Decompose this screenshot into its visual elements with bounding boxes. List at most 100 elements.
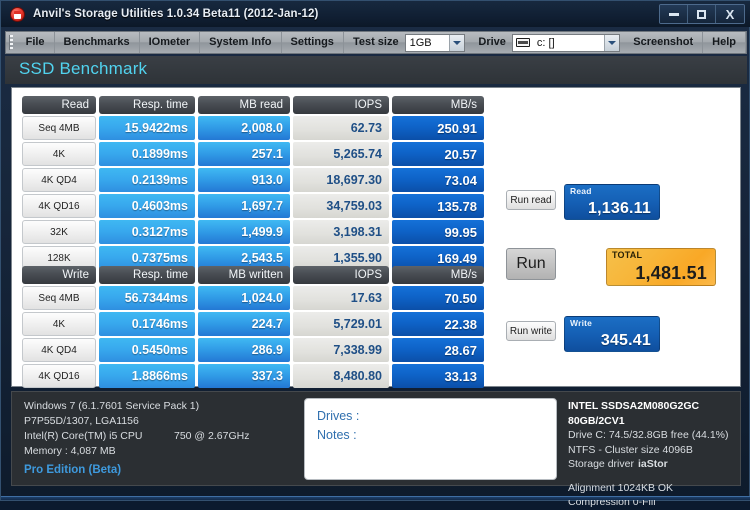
column-header-resp-time: Resp. time (99, 96, 195, 114)
menu-grip-handle[interactable] (9, 35, 13, 50)
read-results-table: Read Resp. time MB read IOPS MB/s Seq 4M… (22, 96, 484, 272)
write-score-caption: Write (570, 318, 593, 328)
column-header-read: Read (22, 96, 96, 114)
row-label: 4K QD16 (22, 364, 96, 388)
cell-resp-time: 0.5450ms (99, 338, 195, 362)
minimize-button[interactable] (660, 5, 688, 23)
cell-mbs: 73.04 (392, 168, 484, 192)
cell-iops: 5,729.01 (293, 312, 389, 336)
cell-iops: 3,198.31 (293, 220, 389, 244)
menu-bar: File Benchmarks IOmeter System Info Sett… (5, 31, 747, 54)
cell-resp-time: 15.9422ms (99, 116, 195, 140)
table-row: 4K 0.1899ms 257.1 5,265.74 20.57 (22, 142, 484, 166)
column-header-iops: IOPS (293, 266, 389, 284)
drives-label: Drives : (317, 409, 360, 423)
cell-mb-written: 224.7 (198, 312, 290, 336)
menu-item-help[interactable]: Help (703, 32, 746, 53)
menu-item-screenshot[interactable]: Screenshot (624, 32, 704, 53)
cell-iops: 34,759.03 (293, 194, 389, 218)
cell-resp-time: 0.3127ms (99, 220, 195, 244)
write-score-badge: Write 345.41 (564, 316, 660, 352)
test-size-label: Test size (352, 36, 399, 48)
test-size-select[interactable]: 1GB (404, 33, 466, 52)
close-icon: X (725, 6, 735, 22)
table-row: 4K 0.1746ms 224.7 5,729.01 22.38 (22, 312, 484, 336)
window-controls: X (659, 4, 745, 24)
cell-resp-time: 0.1746ms (99, 312, 195, 336)
cpu-name: Intel(R) Core(TM) i5 CPU (24, 430, 143, 442)
drive-select[interactable]: c: [] (511, 33, 621, 52)
total-score-value: 1,481.51 (635, 263, 707, 283)
total-score-caption: TOTAL (612, 250, 643, 260)
cell-resp-time: 1.8866ms (99, 364, 195, 388)
score-panel: Run read Run Run write Read 1,136.11 TOT… (502, 88, 740, 388)
table-row: Seq 4MB 56.7344ms 1,024.0 17.63 70.50 (22, 286, 484, 310)
row-label: Seq 4MB (22, 116, 96, 140)
minimize-icon (668, 12, 679, 16)
cell-mb-read: 913.0 (198, 168, 290, 192)
menu-item-benchmarks[interactable]: Benchmarks (55, 32, 140, 53)
alignment-line: Alignment 1024KB OK (568, 481, 674, 494)
window-bottom-accent (1, 496, 750, 500)
page-title: SSD Benchmark (19, 59, 148, 78)
close-button[interactable]: X (716, 5, 744, 23)
chevron-down-icon (604, 34, 620, 51)
cell-mbs: 70.50 (392, 286, 484, 310)
cell-mbs: 99.95 (392, 220, 484, 244)
cell-resp-time: 0.1899ms (99, 142, 195, 166)
run-read-button[interactable]: Run read (506, 190, 556, 210)
cell-mb-read: 2,008.0 (198, 116, 290, 140)
test-size-value: 1GB (409, 36, 432, 49)
total-score-badge: TOTAL 1,481.51 (606, 248, 716, 286)
menu-item-file[interactable]: File (17, 32, 55, 53)
column-header-iops: IOPS (293, 96, 389, 114)
cell-mbs: 22.38 (392, 312, 484, 336)
cell-iops: 8,480.80 (293, 364, 389, 388)
row-label: 4K QD16 (22, 194, 96, 218)
drives-notes-input[interactable]: Drives : Notes : (304, 398, 557, 480)
write-results-table: Write Resp. time MB written IOPS MB/s Se… (22, 266, 484, 390)
cell-mbs: 20.57 (392, 142, 484, 166)
column-header-mbs: MB/s (392, 96, 484, 114)
maximize-icon (697, 9, 706, 19)
cell-mbs: 33.13 (392, 364, 484, 388)
column-header-resp-time: Resp. time (99, 266, 195, 284)
column-header-mb-read: MB read (198, 96, 290, 114)
column-header-mbs: MB/s (392, 266, 484, 284)
cell-iops: 5,265.74 (293, 142, 389, 166)
cell-iops: 62.73 (293, 116, 389, 140)
memory-line: Memory : 4,087 MB (24, 445, 116, 457)
edition-label: Pro Edition (Beta) (24, 464, 122, 476)
row-label: 4K QD4 (22, 338, 96, 362)
drive-value: c: [] (536, 36, 555, 49)
table-header-row: Write Resp. time MB written IOPS MB/s (22, 266, 484, 284)
row-label: 4K QD4 (22, 168, 96, 192)
cell-resp-time: 0.4603ms (99, 194, 195, 218)
drive-label: Drive (478, 36, 506, 48)
section-header: SSD Benchmark (5, 56, 747, 84)
menu-item-iometer[interactable]: IOmeter (140, 32, 201, 53)
table-row: 4K QD16 0.4603ms 1,697.7 34,759.03 135.7… (22, 194, 484, 218)
run-button[interactable]: Run (506, 248, 556, 280)
board-line: P7P55D/1307, LGA1156 (24, 415, 139, 427)
run-write-button[interactable]: Run write (506, 321, 556, 341)
read-score-caption: Read (570, 186, 592, 196)
cell-iops: 7,338.99 (293, 338, 389, 362)
maximize-button[interactable] (688, 5, 716, 23)
table-row: 4K QD4 0.5450ms 286.9 7,338.99 28.67 (22, 338, 484, 362)
status-strip: Windows 7 (6.1.7601 Service Pack 1) P7P5… (11, 391, 741, 508)
cell-mb-read: 1,697.7 (198, 194, 290, 218)
menu-item-system-info[interactable]: System Info (200, 32, 282, 53)
drive-model: INTEL SSDSA2M080G2GC 80GB/2CV1 (568, 400, 700, 427)
cell-mb-written: 337.3 (198, 364, 290, 388)
column-header-write: Write (22, 266, 96, 284)
cell-mbs: 250.91 (392, 116, 484, 140)
table-row: 4K QD16 1.8866ms 337.3 8,480.80 33.13 (22, 364, 484, 388)
write-score-value: 345.41 (600, 332, 651, 349)
read-score-value: 1,136.11 (588, 200, 651, 217)
storage-driver-line: Storage driver iaStor (568, 457, 748, 472)
menu-item-settings[interactable]: Settings (282, 32, 344, 53)
cell-mbs: 135.78 (392, 194, 484, 218)
row-label: 4K (22, 142, 96, 166)
